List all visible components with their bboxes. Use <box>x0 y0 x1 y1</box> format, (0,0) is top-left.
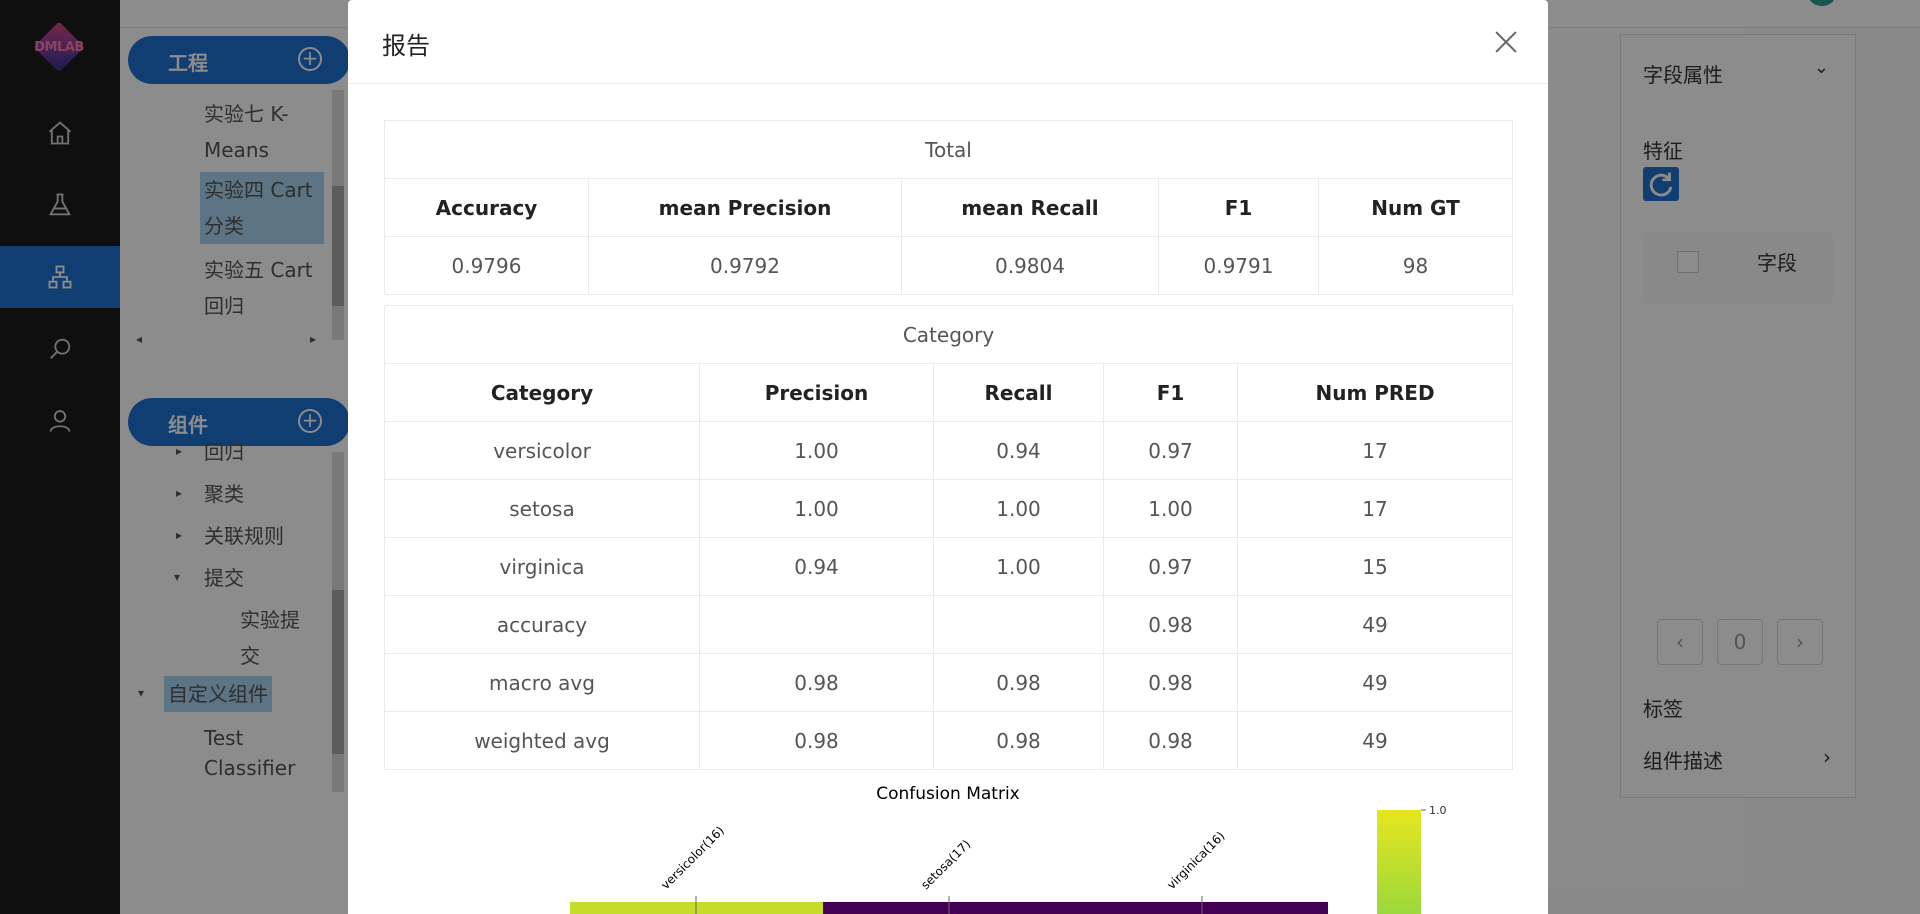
cm-column-label: virginica(16) <box>1164 829 1227 892</box>
table-cell: 1.00 <box>699 479 934 538</box>
cm-column-label: setosa(17) <box>918 837 973 892</box>
table-cell: setosa <box>384 479 700 538</box>
table-cell: 49 <box>1236 653 1514 712</box>
table-cell <box>933 595 1104 654</box>
report-modal: 报告 Total Accuracy mean Precision mean Re… <box>348 0 1548 914</box>
confusion-matrix-figure: versicolor(16) setosa(17) virginica(16) … <box>570 804 1447 914</box>
column-header: Accuracy <box>384 178 589 237</box>
table-cell: 0.9792 <box>588 236 902 295</box>
table-cell: 0.94 <box>933 421 1104 480</box>
colorbar <box>1377 810 1421 914</box>
modal-title: 报告 <box>382 32 430 60</box>
table-cell: 0.97 <box>1103 537 1238 596</box>
table-cell: 1.00 <box>933 479 1104 538</box>
table-cell: 0.98 <box>1103 711 1238 770</box>
column-header: Num GT <box>1317 178 1514 237</box>
table-row: weighted avg 0.98 0.98 0.98 49 <box>384 711 1514 770</box>
table-cell: 0.94 <box>699 537 934 596</box>
table-row: macro avg 0.98 0.98 0.98 49 <box>384 653 1514 712</box>
total-table: Total Accuracy mean Precision mean Recal… <box>383 120 1514 295</box>
table-cell: 49 <box>1236 711 1514 770</box>
table-cell: weighted avg <box>384 711 700 770</box>
table-cell: versicolor <box>384 421 700 480</box>
table-cell: 0.98 <box>933 653 1104 712</box>
column-header: Precision <box>699 363 934 422</box>
total-caption: Total <box>383 120 1514 179</box>
modal-header: 报告 <box>348 0 1548 84</box>
column-header: F1 <box>1103 363 1238 422</box>
column-header: F1 <box>1158 178 1319 237</box>
table-cell: accuracy <box>384 595 700 654</box>
table-cell: 1.00 <box>699 421 934 480</box>
table-cell: 49 <box>1236 595 1514 654</box>
table-cell: 0.98 <box>699 653 934 712</box>
table-row: versicolor 1.00 0.94 0.97 17 <box>384 421 1514 480</box>
table-cell: 0.9804 <box>901 236 1159 295</box>
table-cell: macro avg <box>384 653 700 712</box>
table-row: 0.9796 0.9792 0.9804 0.9791 98 <box>384 236 1514 295</box>
table-row: virginica 0.94 1.00 0.97 15 <box>384 537 1514 596</box>
table-cell: 98 <box>1317 236 1514 295</box>
table-cell: 17 <box>1236 421 1514 480</box>
column-header: mean Precision <box>588 178 902 237</box>
table-cell: 0.98 <box>1103 653 1238 712</box>
table-row: setosa 1.00 1.00 1.00 17 <box>384 479 1514 538</box>
table-cell <box>699 595 934 654</box>
table-cell: 15 <box>1236 537 1514 596</box>
column-header: Category <box>384 363 700 422</box>
table-cell: 0.9791 <box>1158 236 1319 295</box>
table-cell: 0.97 <box>1103 421 1238 480</box>
table-row: accuracy 0.98 49 <box>384 595 1514 654</box>
close-icon[interactable] <box>1490 26 1522 58</box>
column-header: mean Recall <box>901 178 1159 237</box>
category-table: Category Category Precision Recall F1 Nu… <box>383 305 1514 770</box>
column-header: Recall <box>933 363 1104 422</box>
cm-column-label: versicolor(16) <box>658 823 727 892</box>
table-cell: 0.98 <box>699 711 934 770</box>
category-caption: Category <box>383 305 1514 364</box>
table-cell: 1.00 <box>933 537 1104 596</box>
colorbar-tick-label: 1.0 <box>1429 804 1447 817</box>
table-cell: 0.98 <box>933 711 1104 770</box>
table-cell: 17 <box>1236 479 1514 538</box>
table-cell: 1.00 <box>1103 479 1238 538</box>
column-header: Num PRED <box>1236 363 1514 422</box>
table-cell: 0.9796 <box>384 236 589 295</box>
table-cell: virginica <box>384 537 700 596</box>
table-cell: 0.98 <box>1103 595 1238 654</box>
